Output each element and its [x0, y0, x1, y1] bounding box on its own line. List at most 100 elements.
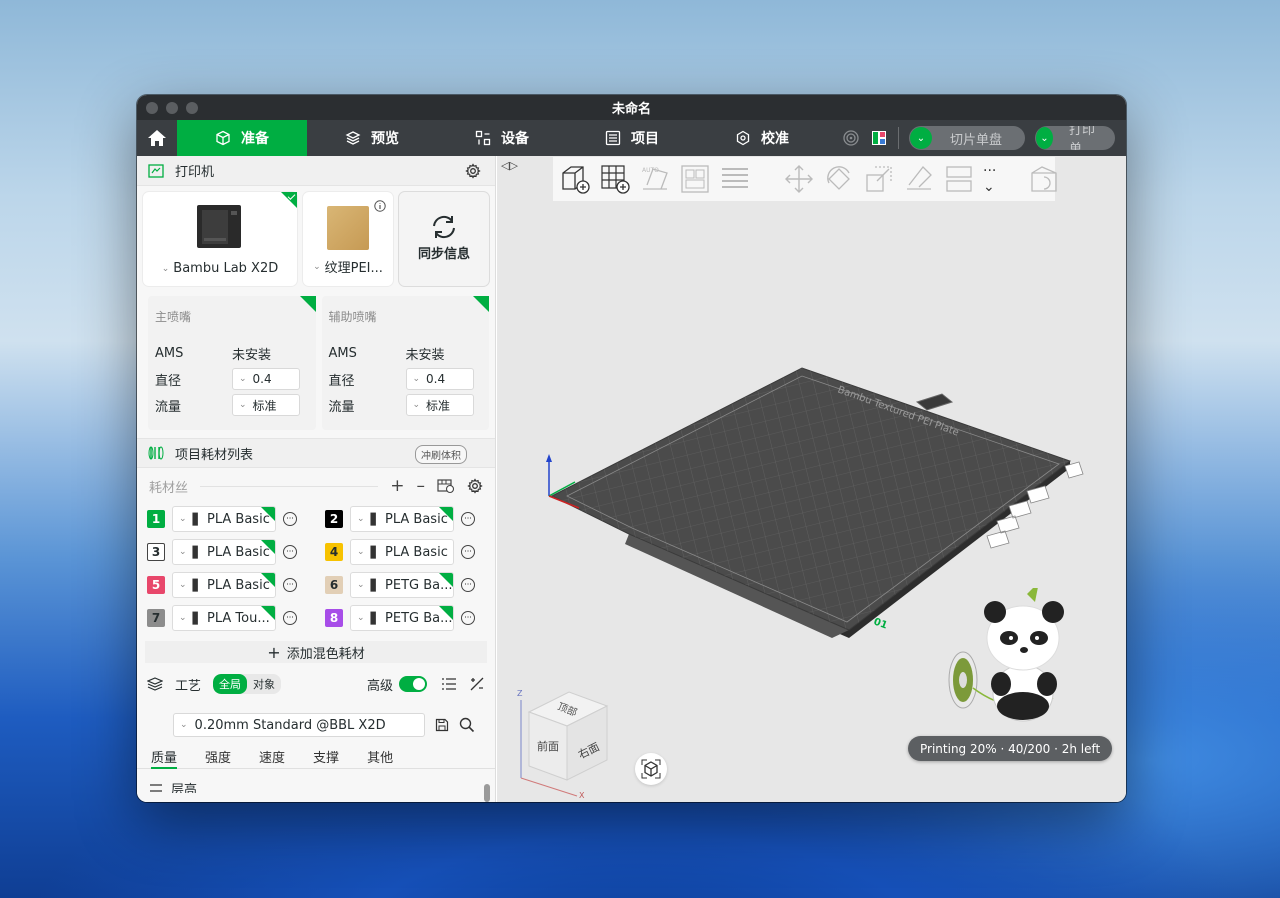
nav-actions: ⌄ 切片单盘 ⌄ 打印单 [842, 120, 1115, 156]
filament-color-badge[interactable]: 8 [325, 609, 343, 627]
filament-type-select[interactable]: ⌄ ▋ PLA Basic [172, 506, 276, 532]
filament-subheader: 耗材丝 + – [137, 468, 495, 504]
flow-select[interactable]: ⌄ 标准 [405, 394, 474, 416]
scope-toggle[interactable]: 全局 对象 [213, 674, 282, 694]
tab-quality[interactable]: 质量 [151, 747, 178, 769]
more-options-icon[interactable]: ··· [461, 611, 475, 625]
add-mixed-filament-button[interactable]: + 添加混色耗材 [145, 641, 487, 663]
chevron-down-icon: ⌄ [239, 400, 247, 410]
info-icon[interactable] [374, 200, 386, 212]
flow-select[interactable]: ⌄ 标准 [232, 394, 300, 416]
tab-project[interactable]: 项目 [567, 120, 697, 156]
tab-prepare[interactable]: 准备 [177, 120, 307, 156]
more-options-icon[interactable]: ··· [461, 512, 475, 526]
chevron-down-icon[interactable]: ⌄ [1036, 127, 1053, 149]
more-options-icon[interactable]: ··· [283, 545, 297, 559]
filament-section-title: 项目耗材列表 [175, 447, 254, 463]
more-options-icon[interactable]: ··· [283, 578, 297, 592]
tab-device[interactable]: 设备 [437, 120, 567, 156]
filament-type-select[interactable]: ⌄ ▋ PLA Basic [350, 506, 454, 532]
view-cube[interactable]: 顶部 前面 右面 Z X [515, 682, 615, 800]
plate-type-card[interactable]: ⌄ 纹理PEI... [303, 192, 393, 286]
remove-filament-button[interactable]: – [417, 476, 426, 496]
process-preset-select[interactable]: ⌄ 0.20mm Standard @BBL X2D [173, 713, 425, 737]
chevron-down-icon[interactable]: ⌄ [910, 127, 932, 149]
minimize-window-button[interactable] [166, 101, 178, 114]
more-options-icon[interactable]: ··· [461, 545, 475, 559]
advanced-toggle[interactable] [399, 676, 427, 692]
filament-section-header: 项目耗材列表 冲刷体积 [137, 438, 495, 468]
reset-view-button[interactable] [635, 753, 667, 785]
filament-type-select[interactable]: ⌄ ▋ PLA Basic [172, 572, 276, 598]
selected-check-icon [439, 606, 453, 620]
3d-viewport[interactable]: ◁▷ AUTO ··· ⌄ Bambu Textured PEI Plate 0… [497, 156, 1126, 802]
panda-mascot-image [948, 588, 1064, 722]
filament-color-badge[interactable]: 3 [147, 543, 165, 561]
add-filament-button[interactable]: + [390, 476, 404, 496]
chevron-down-icon: ⌄ [412, 374, 421, 384]
target-icon[interactable] [842, 129, 860, 147]
search-icon[interactable] [459, 717, 475, 733]
filament-color-badge[interactable]: 5 [147, 576, 165, 594]
cube-front-label: 前面 [537, 739, 559, 753]
save-icon[interactable] [435, 718, 449, 732]
sync-info-button[interactable]: 同步信息 [399, 192, 489, 286]
diameter-value: 0.4 [426, 372, 446, 386]
plate-type-select[interactable]: ⌄ 纹理PEI... [303, 257, 393, 276]
filament-color-badge[interactable]: 4 [325, 543, 343, 561]
tab-strength[interactable]: 强度 [205, 747, 231, 768]
home-icon [148, 130, 166, 146]
app-window: 未命名 准备 预览 设备 项目 校准 ⌄ 切片单盘 ⌄ 打印单 打印机 ⌄ Ba… [137, 95, 1126, 802]
printer-model-card[interactable]: ⌄ Bambu Lab X2D [143, 192, 297, 286]
close-window-button[interactable] [146, 101, 158, 114]
home-button[interactable] [137, 120, 177, 156]
sidebar-scrollbar[interactable] [484, 784, 490, 802]
more-options-icon[interactable]: ··· [283, 512, 297, 526]
tab-preview[interactable]: 预览 [307, 120, 437, 156]
diameter-row: 直径 ⌄ 0.4 [155, 366, 309, 392]
filament-type-select[interactable]: ⌄ ▋ PLA Basic [350, 539, 454, 565]
filament-color-badge[interactable]: 6 [325, 576, 343, 594]
printer-section-title: 打印机 [175, 165, 215, 180]
flush-volume-button[interactable]: 冲刷体积 [415, 445, 467, 464]
scope-object[interactable]: 对象 [247, 674, 281, 694]
sync-icon [433, 215, 455, 239]
filament-color-badge[interactable]: 2 [325, 510, 343, 528]
filament-color-badge[interactable]: 1 [147, 510, 165, 528]
more-options-icon[interactable]: ··· [461, 578, 475, 592]
list-view-icon[interactable] [441, 677, 457, 691]
slice-plate-button[interactable]: ⌄ 切片单盘 [909, 126, 1025, 150]
gear-icon[interactable] [467, 478, 483, 494]
tab-others[interactable]: 其他 [367, 747, 393, 768]
filament-type-select[interactable]: ⌄ ▋ PETG Ba... [350, 572, 454, 598]
tab-speed[interactable]: 速度 [259, 747, 285, 768]
printer-section-header: 打印机 [137, 156, 495, 186]
print-plate-button[interactable]: ⌄ 打印单 [1035, 126, 1115, 150]
diameter-select[interactable]: ⌄ 0.4 [405, 368, 474, 390]
bambu-logo-icon: ▋ [192, 578, 202, 592]
tab-support[interactable]: 支撑 [313, 747, 339, 768]
selected-check-icon [261, 606, 275, 620]
divider [200, 485, 379, 487]
scope-global[interactable]: 全局 [213, 674, 248, 694]
filament-type-select[interactable]: ⌄ ▋ PLA Tou... [172, 605, 276, 631]
filament-sync-icon[interactable] [437, 478, 455, 494]
aux-nozzle-title: 辅助喷嘴 [328, 310, 377, 324]
compare-icon[interactable] [469, 676, 485, 692]
chevron-down-icon: ⌄ [357, 514, 365, 524]
selected-check-icon [439, 507, 453, 521]
diameter-select[interactable]: ⌄ 0.4 [232, 368, 300, 390]
top-nav: 准备 预览 设备 项目 校准 ⌄ 切片单盘 ⌄ 打印单 [137, 120, 1126, 156]
selected-check-icon [261, 507, 275, 521]
filament-type-select[interactable]: ⌄ ▋ PLA Basic [172, 539, 276, 565]
printer-model-select[interactable]: ⌄ Bambu Lab X2D [143, 261, 297, 276]
multicolor-icon[interactable] [870, 129, 888, 147]
print-label: 打印单 [1068, 126, 1095, 150]
gear-icon[interactable] [465, 163, 481, 179]
filament-color-badge[interactable]: 7 [147, 609, 165, 627]
tab-calibrate[interactable]: 校准 [697, 120, 827, 156]
flow-label: 流量 [155, 399, 182, 415]
zoom-window-button[interactable] [186, 101, 198, 114]
more-options-icon[interactable]: ··· [283, 611, 297, 625]
filament-type-select[interactable]: ⌄ ▋ PETG Ba... [350, 605, 454, 631]
